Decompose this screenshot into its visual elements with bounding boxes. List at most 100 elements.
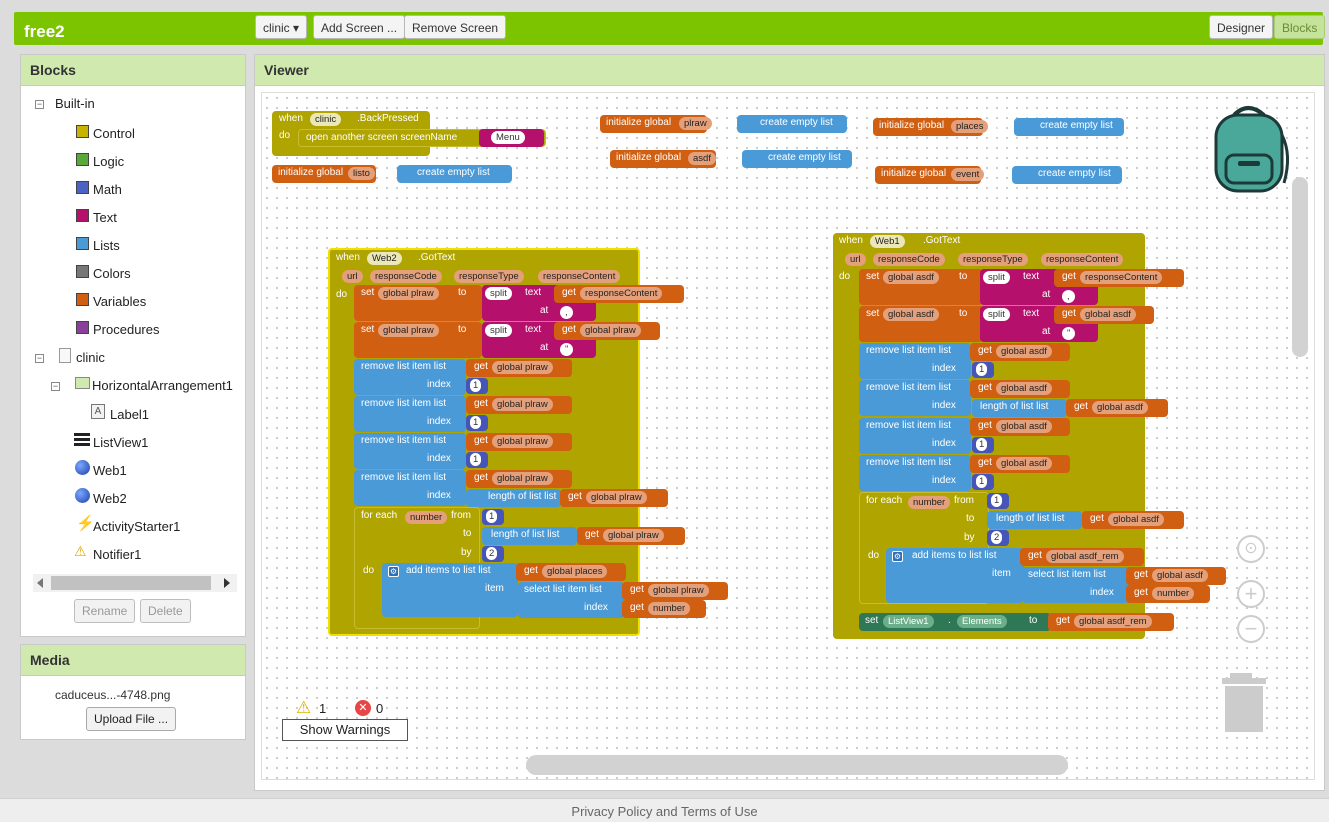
get-global-asdf-block[interactable]: get global asdf	[1082, 511, 1184, 529]
global-places-dropdown[interactable]: global places	[542, 565, 608, 578]
zoom-out-icon[interactable]: −	[1237, 615, 1265, 643]
tree-builtin[interactable]: Built-in	[55, 95, 95, 113]
get-global-plraw-block[interactable]: get global plraw	[466, 396, 572, 414]
gear-icon[interactable]: ⚙	[388, 566, 399, 577]
global-asdf-rem-dropdown[interactable]: global asdf_rem	[1046, 550, 1124, 563]
get-global-asdf-block[interactable]: get global asdf	[1054, 306, 1154, 324]
param-response-code[interactable]: responseCode	[873, 253, 945, 266]
number-value[interactable]: 1	[991, 494, 1003, 507]
designer-button[interactable]: Designer	[1209, 15, 1274, 39]
get-global-plraw-block[interactable]: get global plraw	[577, 527, 685, 545]
tree-listview1[interactable]: ListView1	[93, 434, 148, 452]
param-response-content[interactable]: responseContent	[1041, 253, 1124, 266]
init-global-asdf-block[interactable]: initialize global asdf	[610, 150, 716, 168]
number-value[interactable]: 1	[976, 475, 988, 488]
length-of-list-block[interactable]: length of list list	[987, 511, 1082, 529]
param-response-code[interactable]: responseCode	[370, 270, 442, 283]
number-value[interactable]: 2	[991, 531, 1003, 544]
component-dropdown[interactable]: clinic	[310, 113, 342, 126]
global-plraw-dropdown[interactable]: global plraw	[378, 287, 439, 300]
trash-can-icon[interactable]	[1220, 673, 1268, 733]
drawer-text[interactable]: Text	[93, 209, 117, 227]
set-global-plraw-block[interactable]: set global plraw to	[354, 285, 482, 321]
drawer-variables[interactable]: Variables	[93, 293, 146, 311]
remove-list-item-block[interactable]: remove list item list index	[354, 359, 466, 395]
create-empty-list-block[interactable]: create empty list	[1012, 166, 1122, 184]
number-block[interactable]: 1	[972, 474, 994, 490]
remove-list-item-block[interactable]: remove list item list index	[354, 433, 466, 469]
recenter-icon[interactable]: ⊙	[1237, 535, 1265, 563]
remove-list-item-block[interactable]: remove list item list index	[354, 396, 466, 432]
param-response-content[interactable]: responseContent	[538, 270, 621, 283]
global-asdf-rem-dropdown[interactable]: global asdf_rem	[1074, 615, 1152, 628]
get-global-places-block[interactable]: get global places	[516, 563, 626, 581]
open-another-screen-block[interactable]: open another screen screenName Menu	[298, 129, 546, 147]
create-empty-list-block[interactable]: create empty list	[1014, 118, 1124, 136]
length-of-list-block[interactable]: length of list list	[482, 527, 577, 545]
global-asdf-dropdown[interactable]: global asdf	[883, 308, 939, 321]
loop-var-number[interactable]: number	[405, 511, 448, 524]
separator-text[interactable]: "	[560, 343, 574, 356]
number-block[interactable]: 1	[482, 509, 504, 525]
global-plraw-dropdown[interactable]: global plraw	[492, 472, 553, 485]
init-global-places-block[interactable]: initialize global places	[873, 118, 989, 136]
number-dropdown[interactable]: number	[1152, 587, 1195, 600]
global-plraw-dropdown[interactable]: global plraw	[492, 361, 553, 374]
blocks-workspace[interactable]: when clinic .BackPressed do open another…	[261, 92, 1315, 780]
set-global-plraw-block[interactable]: set global plraw to	[354, 322, 482, 358]
global-asdf-dropdown[interactable]: global asdf	[996, 420, 1052, 433]
global-asdf-dropdown[interactable]: global asdf	[1092, 401, 1148, 414]
number-block[interactable]: 1	[987, 493, 1009, 509]
get-global-asdf-block[interactable]: get global asdf	[970, 455, 1070, 473]
response-content-dropdown[interactable]: responseContent	[1080, 271, 1163, 284]
get-global-plraw-block[interactable]: get global plraw	[466, 470, 572, 488]
screen-select[interactable]: clinic ▾	[255, 15, 308, 39]
param-response-type[interactable]: responseType	[454, 270, 524, 283]
number-block[interactable]: 1	[466, 415, 488, 431]
drawer-procedures[interactable]: Procedures	[93, 321, 159, 339]
global-asdf-dropdown[interactable]: global asdf	[996, 457, 1052, 470]
get-number-block[interactable]: get number	[1126, 585, 1210, 603]
workspace-horizontal-scrollbar[interactable]	[526, 755, 1068, 775]
web2-component-dropdown[interactable]: Web2	[367, 252, 402, 265]
global-plraw-dropdown[interactable]: global plraw	[603, 529, 664, 542]
number-value[interactable]: 1	[976, 363, 988, 376]
media-file[interactable]: caduceus...-4748.png	[55, 688, 170, 702]
select-list-item-block[interactable]: select list item list index	[518, 582, 624, 618]
workspace-vertical-scrollbar[interactable]	[1292, 177, 1308, 357]
init-global-event-block[interactable]: initialize global event	[875, 166, 985, 184]
number-value[interactable]: 2	[486, 547, 498, 560]
web1-component-dropdown[interactable]: Web1	[870, 235, 905, 248]
scroll-left-icon[interactable]	[37, 578, 43, 588]
drawer-colors[interactable]: Colors	[93, 265, 131, 283]
global-asdf-dropdown[interactable]: global asdf	[1080, 308, 1136, 321]
tree-horizontal-arrangement[interactable]: HorizontalArrangement1	[92, 377, 233, 395]
tree-label1[interactable]: Label1	[110, 406, 149, 424]
number-block[interactable]: 2	[987, 530, 1009, 546]
number-value[interactable]: 1	[486, 510, 498, 523]
get-global-plraw-block[interactable]: get global plraw	[466, 359, 572, 377]
number-block[interactable]: 2	[482, 546, 504, 562]
remove-list-item-block[interactable]: remove list item list index	[354, 470, 466, 506]
create-empty-list-block[interactable]: create empty list	[742, 150, 852, 168]
drawer-logic[interactable]: Logic	[93, 153, 124, 171]
menu-text-block[interactable]: Menu	[479, 129, 544, 147]
set-global-asdf-block[interactable]: set global asdf to	[859, 269, 983, 305]
get-global-asdf-block[interactable]: get global asdf	[1066, 399, 1168, 417]
global-plraw-dropdown[interactable]: global plraw	[378, 324, 439, 337]
get-global-asdf-block[interactable]: get global asdf	[970, 343, 1070, 361]
add-screen-button[interactable]: Add Screen ...	[313, 15, 406, 39]
add-items-to-list-block[interactable]: ⚙ add items to list list item	[382, 563, 518, 617]
gear-icon[interactable]: ⚙	[892, 551, 903, 562]
global-asdf-dropdown[interactable]: global asdf	[996, 345, 1052, 358]
remove-list-item-block[interactable]: remove list item list index	[859, 418, 971, 454]
var-name-plraw[interactable]: plraw	[679, 117, 712, 130]
global-asdf-dropdown[interactable]: global asdf	[883, 271, 939, 284]
separator-text[interactable]: ,	[560, 306, 573, 319]
drawer-math[interactable]: Math	[93, 181, 122, 199]
upload-file-button[interactable]: Upload File ...	[86, 707, 177, 731]
var-name-event[interactable]: event	[951, 168, 985, 181]
blocks-button[interactable]: Blocks	[1274, 15, 1326, 39]
number-block[interactable]: 1	[972, 362, 994, 378]
get-number-block[interactable]: get number	[622, 600, 706, 618]
